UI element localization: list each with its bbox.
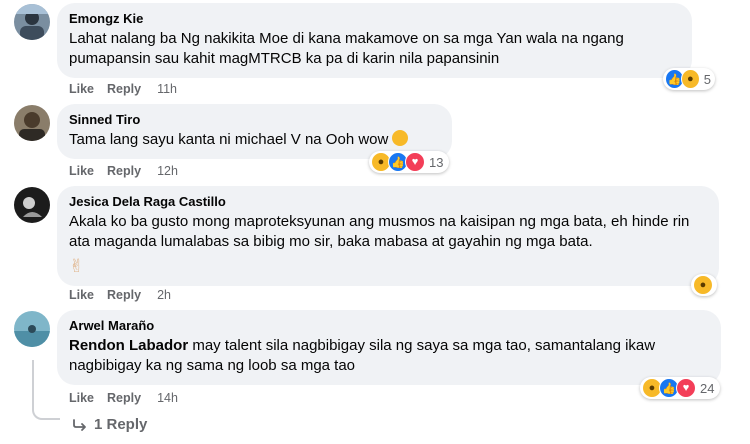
view-replies-label[interactable]: 1 Reply bbox=[94, 416, 147, 433]
reaction-count: 13 bbox=[429, 154, 444, 170]
comment-bubble: Jesica Dela Raga Castillo Akala ko ba gu… bbox=[57, 186, 719, 286]
like-button[interactable]: Like bbox=[69, 164, 94, 178]
view-replies-link[interactable]: 1 Reply bbox=[72, 416, 147, 433]
thread-connector-line bbox=[32, 360, 60, 420]
timestamp[interactable]: 12h bbox=[157, 164, 178, 178]
reply-button[interactable]: Reply bbox=[107, 391, 141, 405]
reply-button[interactable]: Reply bbox=[107, 164, 141, 178]
comment-actions: Like Reply 14h bbox=[69, 391, 178, 405]
avatar[interactable] bbox=[14, 105, 50, 141]
reply-button[interactable]: Reply bbox=[107, 288, 141, 302]
comment-text: Tama lang sayu kanta ni michael V na Ooh… bbox=[69, 130, 440, 150]
comment-text: Rendon Labador may talent sila nagbibiga… bbox=[69, 336, 709, 376]
comment-actions: Like Reply 11h bbox=[69, 82, 177, 96]
comment-actions: Like Reply 2h bbox=[69, 288, 171, 302]
peace-emoji-icon: ✌ bbox=[69, 256, 85, 276]
commenter-name[interactable]: Sinned Tiro bbox=[69, 112, 440, 127]
commenter-name[interactable]: Arwel Maraño bbox=[69, 318, 709, 333]
like-button[interactable]: Like bbox=[69, 391, 94, 405]
comment-text: Akala ko ba gusto mong maproteksyunan an… bbox=[69, 213, 690, 250]
love-reaction-icon: ♥ bbox=[405, 152, 425, 172]
reaction-count: 24 bbox=[700, 380, 715, 396]
love-reaction-icon: ♥ bbox=[676, 378, 696, 398]
avatar[interactable] bbox=[14, 4, 50, 40]
reaction-summary[interactable]: ● bbox=[691, 274, 717, 296]
comment-bubble: Emongz Kie Lahat nalang ba Ng nakikita M… bbox=[57, 3, 692, 78]
reply-arrow-icon bbox=[73, 418, 86, 431]
commenter-name[interactable]: Jesica Dela Raga Castillo bbox=[69, 194, 707, 209]
comment-text-body: Tama lang sayu kanta ni michael V na Ooh… bbox=[69, 131, 389, 148]
commenter-name[interactable]: Emongz Kie bbox=[69, 11, 680, 26]
avatar[interactable] bbox=[14, 311, 50, 347]
comment-bubble: Arwel Maraño Rendon Labador may talent s… bbox=[57, 310, 721, 385]
reaction-count: 5 bbox=[703, 71, 711, 87]
like-button[interactable]: Like bbox=[69, 288, 94, 302]
laughing-emoji-icon bbox=[392, 130, 409, 146]
haha-reaction-icon: ● bbox=[693, 275, 713, 295]
timestamp[interactable]: 14h bbox=[157, 391, 178, 405]
comment-actions: Like Reply 12h bbox=[69, 164, 178, 178]
reaction-summary[interactable]: 👍 ● 5 bbox=[663, 68, 715, 90]
reply-button[interactable]: Reply bbox=[107, 82, 141, 96]
timestamp[interactable]: 11h bbox=[157, 82, 177, 96]
like-button[interactable]: Like bbox=[69, 82, 94, 96]
haha-reaction-icon: ● bbox=[680, 69, 700, 89]
reaction-summary[interactable]: ● 👍 ♥ 13 bbox=[369, 151, 449, 173]
reaction-summary[interactable]: ● 👍 ♥ 24 bbox=[640, 377, 720, 399]
avatar[interactable] bbox=[14, 187, 50, 223]
mention-link[interactable]: Rendon Labador bbox=[69, 337, 188, 354]
comment-text: Lahat nalang ba Ng nakikita Moe di kana … bbox=[69, 30, 624, 67]
timestamp[interactable]: 2h bbox=[157, 288, 171, 302]
